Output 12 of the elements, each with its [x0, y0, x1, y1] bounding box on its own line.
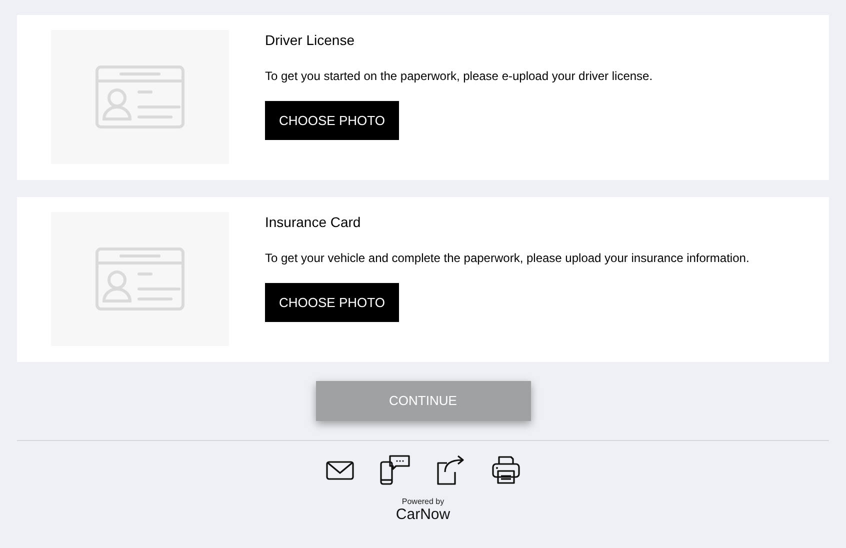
document-description: To get your vehicle and complete the paperwork, please upload your insurance information. — [265, 250, 750, 267]
powered-by-label: Powered by — [402, 498, 444, 506]
choose-photo-button[interactable]: CHOOSE PHOTO — [265, 283, 399, 322]
choose-photo-button[interactable]: CHOOSE PHOTO — [265, 101, 399, 140]
document-title: Driver License — [265, 31, 354, 50]
brand-logo: CarNow — [396, 507, 450, 522]
id-card-icon — [95, 247, 185, 311]
id-card-icon — [95, 65, 185, 129]
document-title: Insurance Card — [265, 213, 361, 232]
phone-chat-icon[interactable] — [379, 454, 411, 486]
printer-icon[interactable] — [491, 454, 521, 486]
document-description: To get you started on the paperwork, please e-upload your driver license. — [265, 68, 653, 85]
